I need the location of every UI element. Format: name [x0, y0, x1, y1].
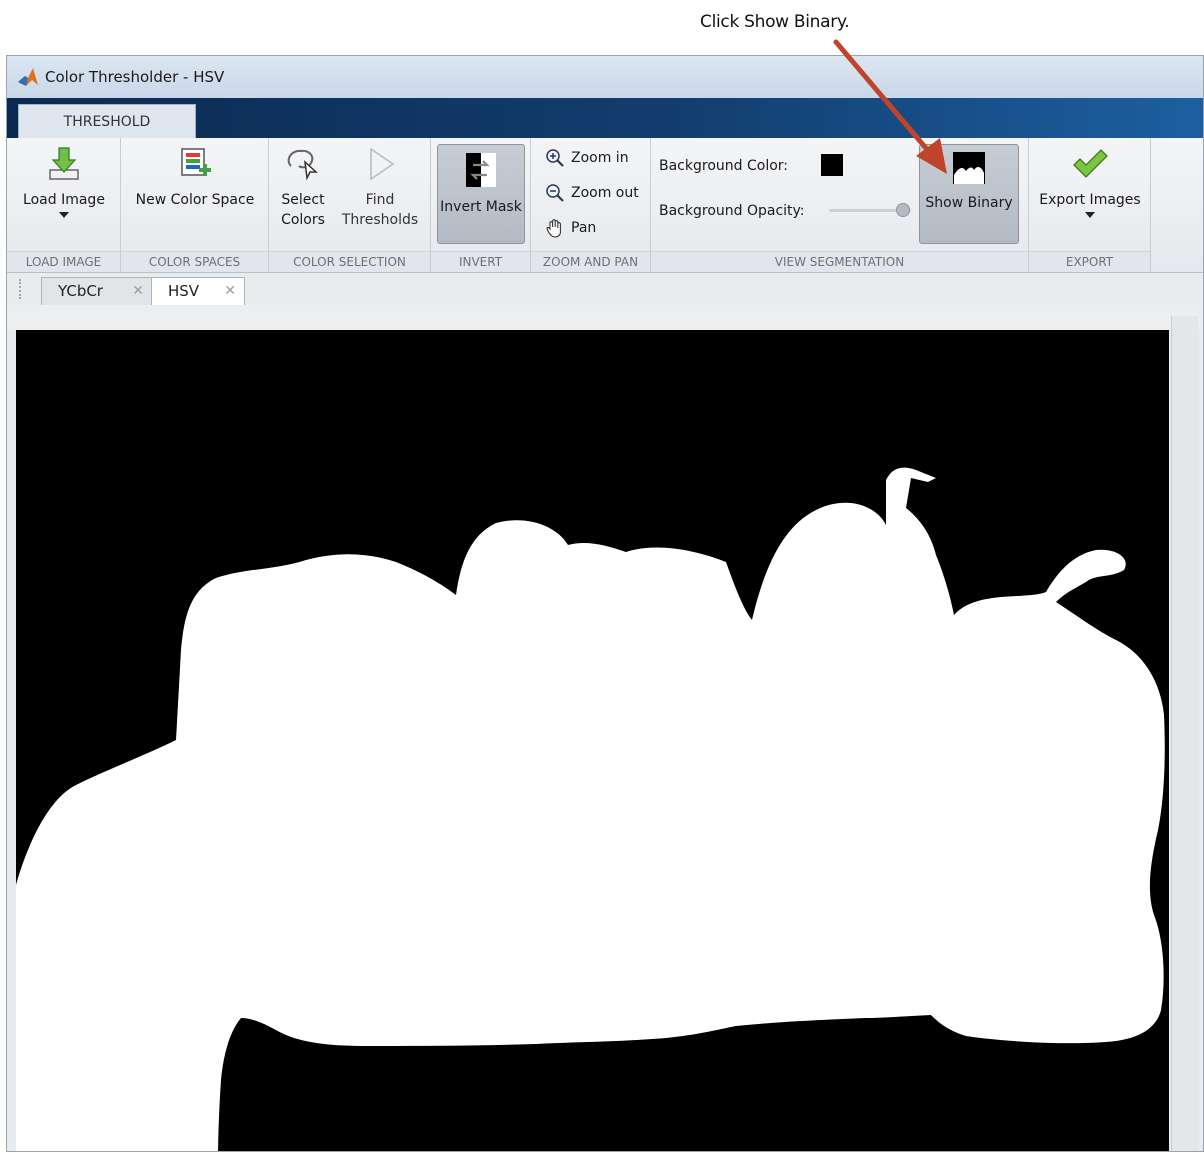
find-thresholds-label: Find Thresholds	[335, 190, 425, 230]
invert-mask-icon	[466, 153, 496, 187]
vertical-scrollbar[interactable]	[1171, 316, 1198, 1151]
hand-icon	[546, 219, 561, 238]
section-label-color-spaces: COLOR SPACES	[121, 251, 268, 272]
new-color-space-label: New Color Space	[135, 192, 255, 208]
zoom-in-label: Zoom in	[571, 150, 629, 166]
load-image-label: Load Image	[23, 192, 105, 208]
color-thresholder-window: Color Thresholder - HSV THRESHOLD Load I…	[6, 55, 1204, 1152]
chevron-down-icon	[1085, 212, 1095, 218]
checkmark-icon	[1073, 149, 1108, 178]
close-icon[interactable]: ✕	[224, 278, 236, 304]
mask-foreground-region	[16, 467, 1165, 1151]
section-label-view-segmentation: VIEW SEGMENTATION	[651, 251, 1028, 272]
binary-image-icon	[953, 152, 985, 184]
section-invert: Invert Mask INVERT	[431, 138, 531, 272]
select-colors-button[interactable]: Select Colors	[275, 146, 331, 246]
document-tab-bar: YCbCr ✕ HSV ✕	[7, 273, 1203, 306]
zoom-out-button[interactable]: Zoom out	[545, 183, 639, 203]
find-thresholds-line2: Thresholds	[341, 212, 419, 228]
background-opacity-label: Background Opacity:	[659, 203, 805, 219]
matlab-logo-icon	[18, 68, 38, 86]
background-color-swatch[interactable]	[821, 154, 843, 176]
export-images-button[interactable]: Export Images	[1035, 146, 1145, 246]
section-label-export: EXPORT	[1029, 251, 1150, 272]
play-icon	[370, 147, 395, 181]
zoom-in-icon	[546, 149, 564, 167]
toolstrip: Load Image LOAD IMAGE New Color Space CO…	[7, 138, 1203, 273]
zoom-out-icon	[546, 184, 564, 202]
invert-mask-label: Invert Mask	[440, 199, 522, 215]
tab-hsv[interactable]: HSV ✕	[151, 277, 245, 305]
section-label-invert: INVERT	[431, 251, 530, 272]
figure-toolbar-area	[7, 305, 1203, 330]
select-colors-label: Select Colors	[275, 190, 331, 230]
select-colors-line1: Select	[281, 192, 325, 208]
tab-ycbcr[interactable]: YCbCr ✕	[41, 277, 153, 305]
find-thresholds-button[interactable]: Find Thresholds	[335, 146, 425, 246]
close-icon[interactable]: ✕	[132, 278, 144, 304]
drag-grip-icon[interactable]	[19, 279, 27, 299]
section-label-zoom-pan: ZOOM AND PAN	[531, 251, 650, 272]
zoom-in-button[interactable]: Zoom in	[545, 148, 629, 168]
load-image-icon	[49, 147, 79, 180]
annotation-callout: Click Show Binary.	[700, 12, 850, 32]
pan-button[interactable]: Pan	[545, 218, 596, 238]
invert-mask-button[interactable]: Invert Mask	[437, 144, 525, 244]
pan-label: Pan	[571, 220, 597, 236]
section-color-spaces: New Color Space COLOR SPACES	[121, 138, 269, 272]
ribbon-tab-strip: THRESHOLD	[7, 98, 1203, 140]
show-binary-button[interactable]: Show Binary	[919, 144, 1019, 244]
section-zoom-pan: Zoom in Zoom out Pan ZOOM AND PAN	[531, 138, 651, 272]
freehand-select-icon	[287, 149, 318, 181]
zoom-out-label: Zoom out	[571, 185, 639, 201]
section-label-color-selection: COLOR SELECTION	[269, 251, 430, 272]
tab-hsv-label: HSV	[168, 282, 200, 300]
tab-ycbcr-label: YCbCr	[58, 282, 103, 300]
section-view-segmentation: Background Color: Background Opacity: Sh…	[651, 138, 1029, 272]
show-binary-label: Show Binary	[925, 195, 1013, 211]
tab-threshold[interactable]: THRESHOLD	[18, 104, 196, 140]
segmentation-mask	[16, 467, 1165, 1151]
chevron-down-icon	[59, 212, 69, 218]
new-color-space-icon	[181, 148, 211, 176]
select-colors-line2: Colors	[281, 212, 325, 228]
section-label-load-image: LOAD IMAGE	[7, 251, 120, 272]
binary-mask-image[interactable]	[16, 330, 1169, 1151]
load-image-button[interactable]: Load Image	[15, 146, 113, 246]
opacity-slider-thumb[interactable]	[896, 203, 910, 217]
export-images-label: Export Images	[1039, 192, 1141, 208]
new-color-space-button[interactable]: New Color Space	[127, 146, 263, 236]
title-bar: Color Thresholder - HSV	[7, 56, 1203, 98]
section-color-selection: Select Colors Find Thresholds COLOR SELE…	[269, 138, 431, 272]
section-load-image: Load Image LOAD IMAGE	[7, 138, 121, 272]
background-color-label: Background Color:	[659, 158, 788, 174]
section-export: Export Images EXPORT	[1029, 138, 1151, 272]
window-title: Color Thresholder - HSV	[45, 68, 225, 86]
find-thresholds-line1: Find	[365, 192, 395, 208]
